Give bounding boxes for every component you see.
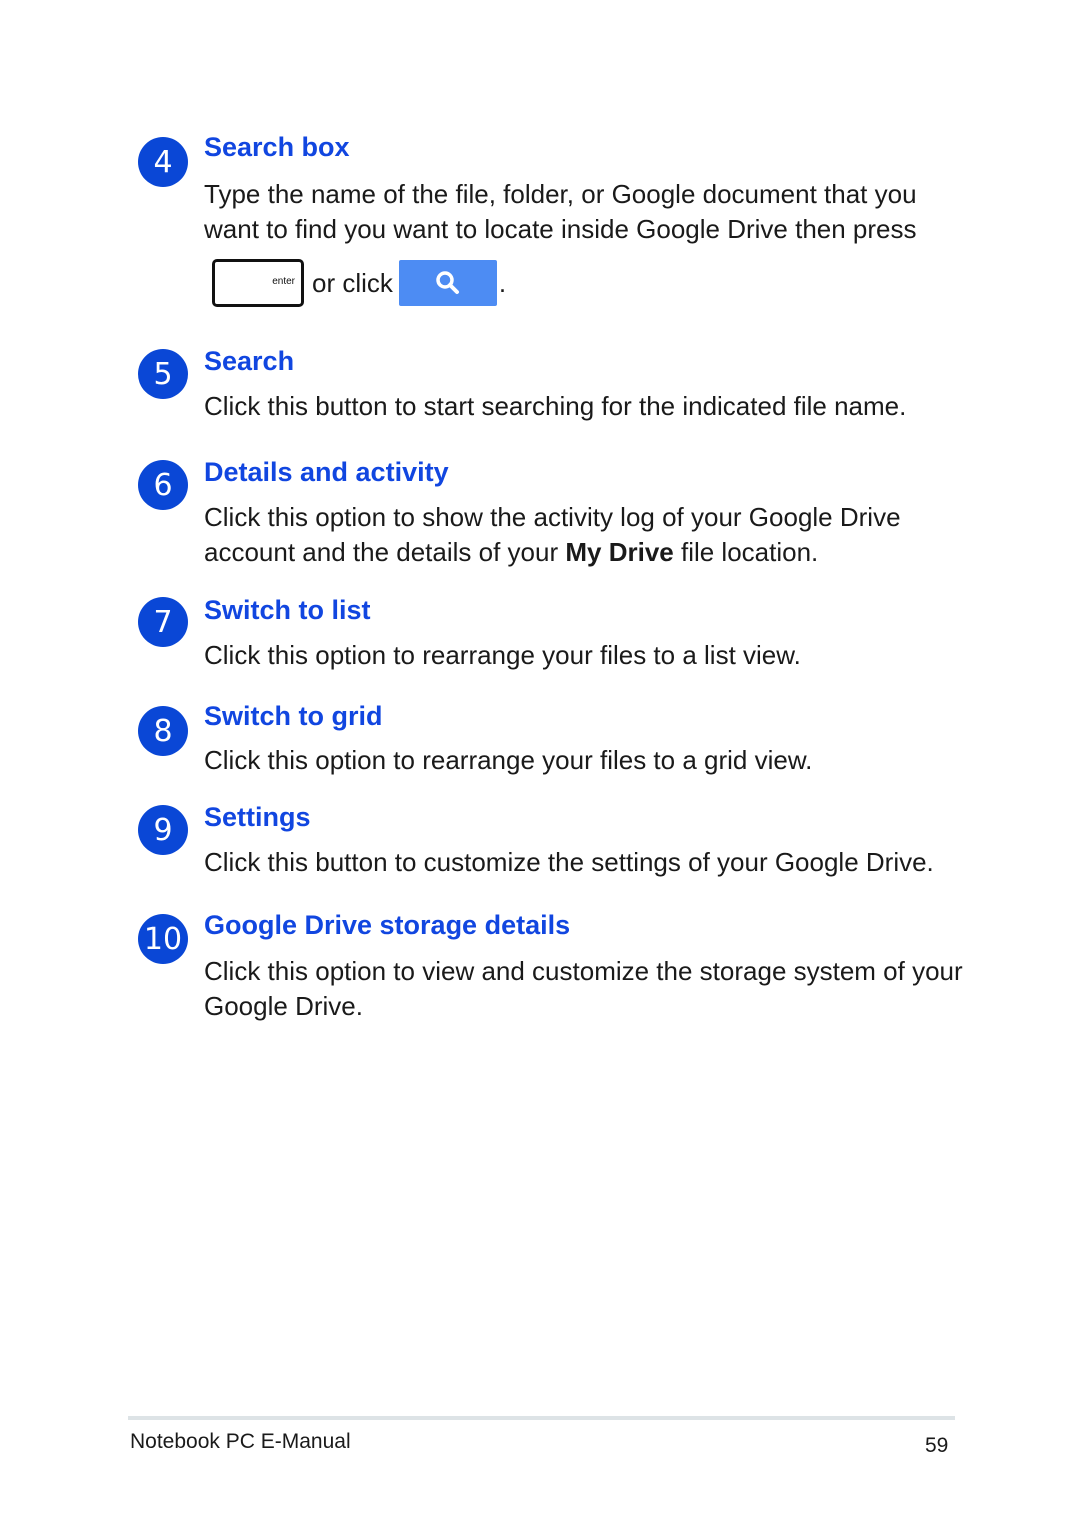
number-badge: 10 — [138, 914, 188, 964]
footer-title: Notebook PC E-Manual — [130, 1430, 351, 1453]
enter-key-icon: enter — [212, 259, 304, 307]
number-badge: 5 — [138, 349, 188, 399]
or-click-text: or click — [312, 267, 393, 298]
item-description: Click this option to rearrange your file… — [204, 745, 813, 775]
magnifier-icon — [436, 271, 459, 294]
search-button-image — [398, 260, 497, 306]
item-title: Switch to list — [204, 595, 371, 625]
item-description: Click this button to start searching for… — [204, 391, 907, 421]
enter-key-label: enter — [272, 276, 295, 287]
number-badge: 9 — [138, 805, 188, 855]
item-description: Click this option to show the activity l… — [204, 500, 964, 570]
item-title: Details and activity — [204, 457, 449, 487]
item-description: Type the name of the file, folder, or Go… — [204, 177, 964, 247]
item-description: Click this option to rearrange your file… — [204, 640, 801, 670]
item-title: Google Drive storage details — [204, 910, 571, 940]
footer-divider — [128, 1416, 955, 1420]
my-drive-emphasis: My Drive — [565, 537, 674, 567]
item-title: Settings — [204, 802, 311, 832]
item-title: Search — [204, 346, 295, 376]
page-number: 59 — [925, 1434, 949, 1457]
number-badge: 4 — [138, 137, 188, 187]
desc-line: want to find you want to locate inside G… — [204, 214, 917, 244]
desc-line: Type the name of the file, folder, or Go… — [204, 179, 917, 209]
number-badge: 7 — [138, 597, 188, 647]
item-title: Switch to grid — [204, 701, 383, 731]
number-badge: 8 — [138, 706, 188, 756]
period: . — [498, 267, 507, 298]
desc-text: file location. — [673, 537, 819, 567]
key-instructions: enter or click . — [212, 256, 506, 310]
item-description: Click this option to view and customize … — [204, 956, 963, 1021]
item-description: Click this button to customize the setti… — [204, 847, 934, 877]
item-title: Search box — [204, 132, 350, 162]
number-badge: 6 — [138, 460, 188, 510]
